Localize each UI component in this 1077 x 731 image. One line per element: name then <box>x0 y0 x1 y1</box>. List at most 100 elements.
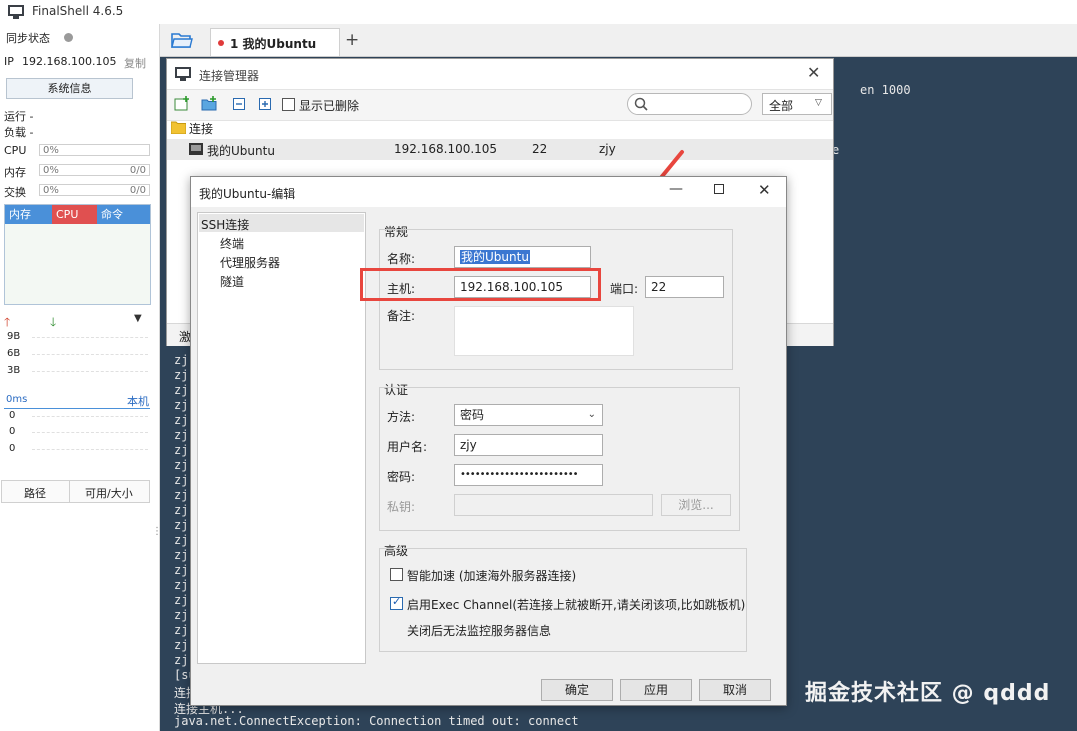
ip-value: 192.168.100.105 <box>22 55 117 68</box>
net-grid-line <box>32 371 148 372</box>
tab-my-ubuntu[interactable]: 1 我的Ubuntu <box>210 28 340 56</box>
smart-accel-checkbox[interactable] <box>390 568 403 581</box>
cancel-button[interactable]: 取消 <box>699 679 771 701</box>
tab-command[interactable]: 命令 <box>97 205 150 224</box>
connection-host: 192.168.100.105 <box>394 142 498 156</box>
tab-label: 1 我的Ubuntu <box>230 37 317 51</box>
exec-channel-label: 启用Exec Channel(若连接上就被断开,请关闭该项,比如跳板机) <box>407 598 746 612</box>
latency-label: 0ms <box>6 394 28 405</box>
new-connection-icon[interactable] <box>174 96 190 112</box>
expand-icon[interactable] <box>259 98 271 110</box>
new-folder-icon[interactable] <box>201 96 217 112</box>
browse-button: 浏览... <box>661 494 731 516</box>
nav-item-ssh[interactable]: SSH连接 <box>201 216 249 233</box>
private-key-input <box>454 494 653 516</box>
finalshell-logo-icon <box>8 5 24 19</box>
show-deleted-checkbox[interactable] <box>282 98 295 111</box>
terminal-line: zj <box>174 383 189 397</box>
method-label: 方法: <box>387 410 416 424</box>
terminal-line: zj <box>174 623 189 637</box>
tab-cpu[interactable]: CPU <box>52 205 97 224</box>
private-key-label: 私钥: <box>387 500 416 514</box>
password-label: 密码: <box>387 470 416 484</box>
net-level-1: 9B <box>7 331 21 342</box>
terminal-line: zj <box>174 578 189 592</box>
apply-button[interactable]: 应用 <box>620 679 692 701</box>
password-input[interactable]: •••••••••••••••••••••••• <box>454 464 603 486</box>
checkmark-icon: ✓ <box>392 595 402 608</box>
note-textarea[interactable] <box>454 306 634 356</box>
note-label: 备注: <box>387 309 416 323</box>
filter-select[interactable]: 全部 ▽ <box>762 93 832 115</box>
terminal-line: zj <box>174 443 189 457</box>
connection-port: 22 <box>532 142 548 156</box>
terminal-line: zj <box>174 398 189 412</box>
username-input[interactable]: zjy <box>454 434 603 456</box>
filter-selected-value: 全部 <box>769 99 794 113</box>
ip-label: IP <box>4 55 14 68</box>
terminal-line: zj <box>174 653 189 667</box>
load-label: 负载 - <box>4 126 34 139</box>
sync-status-label: 同步状态 <box>6 32 50 45</box>
port-label: 端口: <box>610 282 639 296</box>
connection-row[interactable]: 我的Ubuntu 192.168.100.105 22 zjy <box>167 139 833 160</box>
method-value: 密码 <box>460 408 485 422</box>
open-folder-icon[interactable] <box>171 31 193 49</box>
collapse-icon[interactable] <box>233 98 245 110</box>
latency-value-3: 0 <box>9 443 16 454</box>
exec-channel-checkbox[interactable]: ✓ <box>390 595 403 610</box>
ok-button[interactable]: 确定 <box>541 679 613 701</box>
terminal-line: zj <box>174 368 189 382</box>
dialog-title: 我的Ubuntu-编辑 <box>199 187 296 201</box>
show-deleted-label: 显示已删除 <box>299 99 360 113</box>
minimize-icon[interactable]: — <box>669 181 683 197</box>
swap-percent: 0% <box>43 185 59 196</box>
tab-memory[interactable]: 内存 <box>5 205 52 224</box>
memory-ratio: 0/0 <box>129 165 146 176</box>
terminal-line: zj <box>174 503 189 517</box>
latency-grid-line <box>32 416 148 417</box>
terminal-line: zj <box>174 638 189 652</box>
swap-ratio: 0/0 <box>129 185 146 196</box>
nav-item-terminal[interactable]: 终端 <box>220 235 244 252</box>
terminal-line: zj <box>174 353 189 367</box>
column-free-size[interactable]: 可用/大小 <box>85 485 133 501</box>
connection-folder-label[interactable]: 连接 <box>189 120 213 137</box>
cpu-meter: 0% <box>39 144 150 156</box>
column-path[interactable]: 路径 <box>24 485 46 501</box>
terminal-line: zj <box>174 428 189 442</box>
system-info-button[interactable]: 系统信息 <box>6 78 133 99</box>
network-dropdown-icon[interactable]: ▼ <box>134 313 142 324</box>
sync-status-dot-icon <box>64 33 73 42</box>
port-input[interactable]: 22 <box>645 276 724 298</box>
add-tab-icon[interactable]: + <box>345 30 359 50</box>
memory-meter: 0% 0/0 <box>39 164 150 176</box>
nav-item-tunnel[interactable]: 隧道 <box>220 273 244 290</box>
close-icon[interactable]: ✕ <box>758 181 771 199</box>
terminal-line: zj <box>174 473 189 487</box>
close-icon[interactable]: ✕ <box>807 63 820 82</box>
exec-channel-note: 关闭后无法监控服务器信息 <box>407 624 552 638</box>
chevron-down-icon: ▽ <box>815 98 822 108</box>
run-label: 运行 - <box>4 110 34 123</box>
terminal-fragment: en 1000 <box>860 83 911 97</box>
folder-icon <box>171 121 186 134</box>
memory-label: 内存 <box>4 166 26 179</box>
net-grid-line <box>32 354 148 355</box>
settings-nav: SSH连接 终端 代理服务器 隧道 <box>197 212 366 664</box>
memory-percent: 0% <box>43 165 59 176</box>
terminal-line: java.net.ConnectException: Connection ti… <box>174 714 579 728</box>
terminal-line: zj <box>174 458 189 472</box>
maximize-icon[interactable] <box>714 184 724 194</box>
terminal-line: zj <box>174 413 189 427</box>
edit-connection-dialog: 我的Ubuntu-编辑 — ✕ SSH连接 终端 代理服务器 隧道 常规 名称:… <box>190 176 787 706</box>
terminal-line: zj <box>174 518 189 532</box>
method-select[interactable]: 密码 ⌄ <box>454 404 603 426</box>
name-input[interactable]: 我的Ubuntu <box>454 246 591 268</box>
copy-ip-link[interactable]: 复制 <box>124 55 146 71</box>
latency-grid-line <box>32 449 148 450</box>
latency-value-1: 0 <box>9 410 16 421</box>
nav-item-proxy[interactable]: 代理服务器 <box>220 254 280 271</box>
search-input[interactable] <box>627 93 752 115</box>
terminal-line: zj <box>174 563 189 577</box>
